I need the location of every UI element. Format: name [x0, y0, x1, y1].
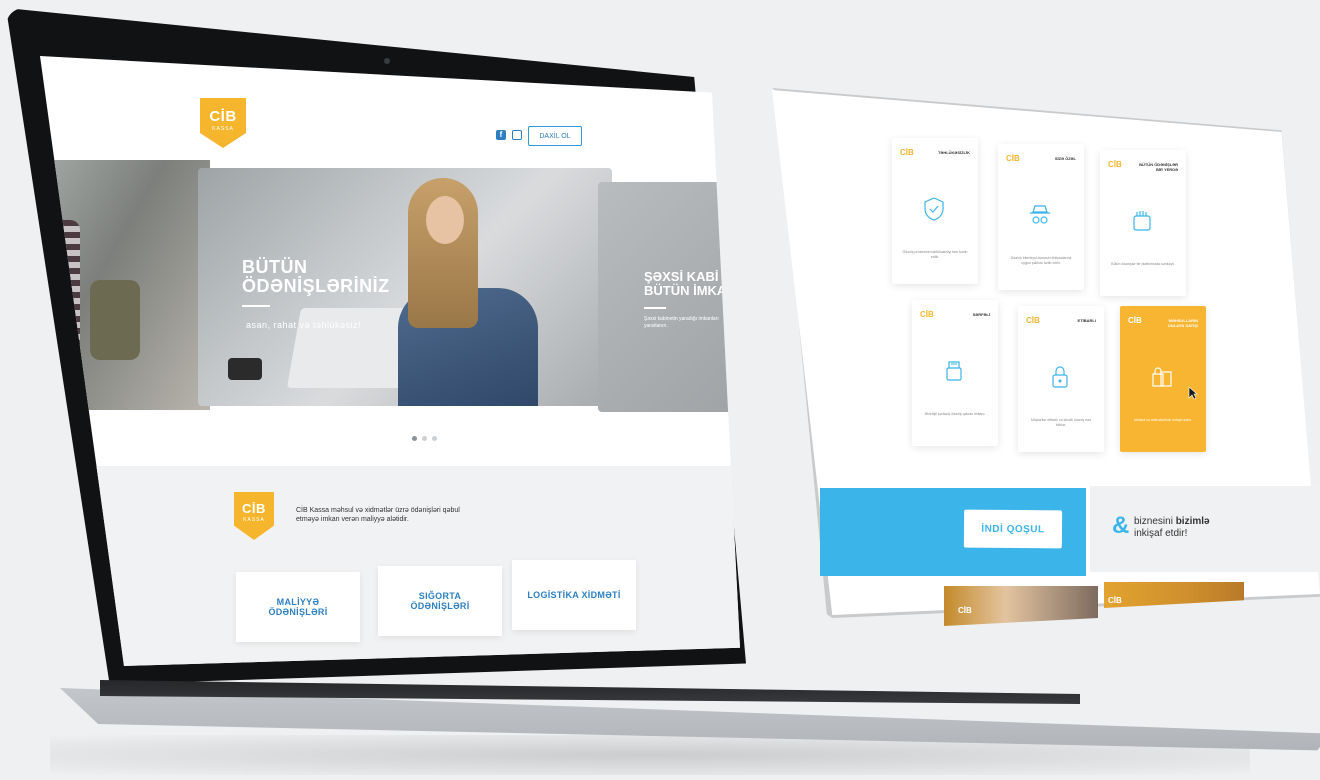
service-card-logistics[interactable]: LOGİSTİKA XİDMƏTİ: [512, 560, 636, 630]
hero-title-divider: [242, 305, 270, 307]
slide-person-face: [426, 196, 464, 244]
shopping-bags-icon: [1152, 367, 1172, 387]
laptop-screen: CİB KASSA f DAXİL OL BÜTÜN ÖDƏNİŞLƏRİNİZ…: [40, 56, 740, 666]
social-links: f: [496, 130, 522, 140]
cursor-pointer-icon: [1188, 386, 1198, 400]
incognito-icon: [1030, 205, 1050, 224]
service-card-insurance[interactable]: SIĞORTA ÖDƏNİŞLƏRİ: [378, 566, 502, 636]
login-button[interactable]: DAXİL OL: [528, 126, 582, 146]
card-text: Ödəniş prosesinin təhlükəsizliyi tam təm…: [902, 250, 968, 259]
laptop-camera: [384, 58, 390, 64]
hero-slide-next[interactable]: ŞƏXSİ KABİ BÜTÜN İMKA Şəxsi kabinetin ya…: [598, 182, 740, 412]
feature-card-profitable[interactable]: CİB SƏRFƏLİ Əlverişli şərtlərlə ödəniş q…: [912, 300, 998, 446]
hero-slide-active[interactable]: BÜTÜN ÖDƏNİŞLƏRİNİZ asan, rahat və təhlü…: [198, 168, 612, 406]
next-slide-divider: [644, 307, 666, 309]
slide-backpack: [90, 280, 140, 360]
card-logo: CİB: [1026, 316, 1040, 325]
padlock-icon: [1052, 366, 1068, 388]
service-card-finance[interactable]: MALİYYƏ ÖDƏNİŞLƏRİ: [236, 572, 360, 642]
slider-dot[interactable]: [432, 436, 437, 441]
strip-logo: CİB: [958, 606, 972, 615]
card-logo: CİB: [1128, 316, 1142, 325]
logo-sub-text: KASSA: [212, 126, 234, 132]
grow-text: biznesini bizimlə inkişaf etdir!: [1134, 516, 1264, 540]
feature-card-all-payments[interactable]: CİB BÜTÜN ÖDƏNİŞLƏR BİR YERDƏ Bütün ödən…: [1100, 150, 1186, 296]
slider-dot[interactable]: [422, 436, 427, 441]
grow-text-bold: bizimlə: [1175, 516, 1210, 527]
card-title: SƏRFƏLİ: [972, 312, 990, 317]
instagram-icon[interactable]: [512, 130, 522, 140]
feature-card-reliable[interactable]: CİB ETİBARLI Müştərilər etibarlı və sürə…: [1018, 306, 1104, 452]
about-text: CİB Kassa məhsul və xidmətlər üzrə ödəni…: [296, 507, 460, 523]
site-logo[interactable]: CİB KASSA: [200, 98, 246, 148]
card-logo: CİB: [1006, 154, 1020, 163]
shield-check-icon: [924, 197, 944, 221]
bottom-image-1: CİB: [944, 586, 1098, 626]
card-title: MƏHSULLARIN ONLAYN SATIŞI: [1167, 318, 1198, 328]
facebook-icon[interactable]: f: [496, 130, 506, 140]
card-title: ETİBARLI: [1077, 318, 1096, 323]
grow-text-prefix: biznesini: [1134, 516, 1176, 527]
feature-card-online-sales[interactable]: CİB MƏHSULLARIN ONLAYN SATIŞI Məhsul və …: [1120, 306, 1206, 452]
feature-card-security[interactable]: CİB TƏHLÜKƏSİZLİK Ödəniş prosesinin təhl…: [892, 138, 978, 284]
strip-logo: CİB: [1108, 596, 1122, 605]
bottom-image-2: CİB: [1104, 582, 1244, 608]
logo-main-text: CİB: [209, 108, 237, 125]
next-slide-subtitle: Şəxsi kabinetin yaradığı imkanları yarar…: [644, 316, 719, 329]
slider-pagination: [412, 436, 437, 441]
card-text: Məhsul və xidmətlərinizi onlayn satın.: [1134, 418, 1192, 422]
hero-subtitle: asan, rahat və təhlükəsiz!: [246, 320, 362, 330]
wallet-hand-icon: [1133, 211, 1151, 231]
next-slide-title: ŞƏXSİ KABİ BÜTÜN İMKA: [644, 269, 727, 298]
card-title: SİZƏ ÖZƏL: [1054, 156, 1076, 161]
ampersand-icon: &: [1112, 512, 1130, 539]
card-logo: CİB: [900, 148, 914, 157]
card-logo: CİB: [1108, 160, 1122, 169]
card-title: BÜTÜN ÖDƏNİŞLƏR BİR YERDƏ: [1139, 162, 1178, 172]
card-text: Bütün ödənişlər bir platformada cəmləşir…: [1111, 262, 1175, 266]
grow-text-suffix: inkişaf etdir!: [1134, 528, 1188, 539]
card-text: Əlverişli şərtlərlə ödəniş qəbulu imkanı…: [924, 412, 986, 416]
scene: CİB KASSA f DAXİL OL BÜTÜN ÖDƏNİŞLƏRİNİZ…: [0, 0, 1320, 780]
about-logo-sub: KASSA: [243, 517, 265, 523]
slider-dot[interactable]: [412, 436, 417, 441]
about-logo-main: CİB: [242, 501, 266, 516]
feature-card-personal[interactable]: CİB SİZƏ ÖZƏL Ödəniş interfeysi biznesin…: [998, 144, 1084, 290]
hero-title: BÜTÜN ÖDƏNİŞLƏRİNİZ: [242, 257, 390, 296]
join-now-button[interactable]: İNDİ QOŞUL: [963, 509, 1063, 549]
card-text: Müştərilər etibarlı və sürətli ödəniş ed…: [1031, 418, 1091, 427]
money-wallet-icon: [946, 361, 962, 381]
card-title: TƏHLÜKƏSİZLİK: [937, 150, 970, 155]
slide-camera-image: [228, 358, 262, 380]
card-text: Ödəniş interfeysi biznesin ehtiyaclarına…: [1010, 256, 1072, 265]
card-logo: CİB: [920, 310, 934, 319]
